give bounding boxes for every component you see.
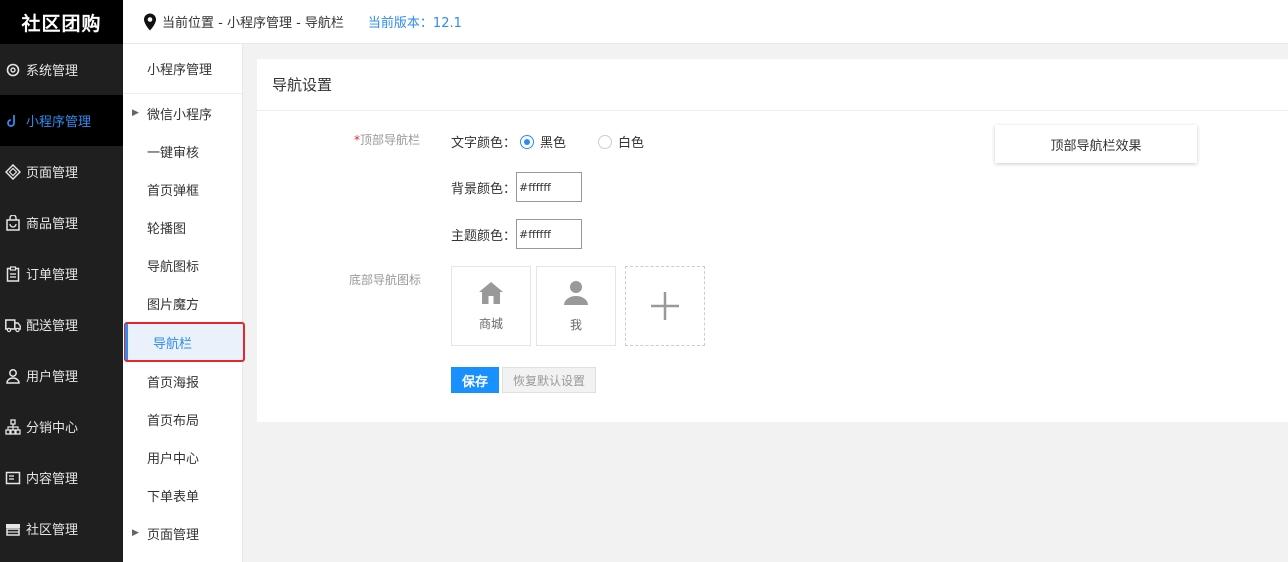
sidebar-item-community[interactable]: 社区管理 xyxy=(0,503,123,554)
bg-color-row: 背景颜色： xyxy=(451,172,583,202)
sidebar-item-label: 页面管理 xyxy=(26,166,79,181)
breadcrumb: 当前位置 - 小程序管理 - 导航栏 xyxy=(162,16,344,31)
store-icon xyxy=(4,520,22,538)
text-color-label: 文字颜色： xyxy=(451,136,517,151)
bg-color-label: 背景颜色： xyxy=(451,181,517,197)
app-logo: 社区团购 xyxy=(0,0,123,44)
subnav-item-one-click-review[interactable]: 一键审核 xyxy=(123,132,242,170)
sidebar-item-label: 内容管理 xyxy=(26,472,79,487)
sidebar-item-pages[interactable]: 页面管理 xyxy=(0,146,123,197)
sidebar-item-label: 商品管理 xyxy=(26,217,79,232)
bg-color-input[interactable] xyxy=(516,172,583,202)
theme-color-label: 主题颜色： xyxy=(451,228,517,244)
subnav-item-page-management[interactable]: ▶ 页面管理 xyxy=(123,514,242,552)
tile-mall[interactable]: 商城 xyxy=(451,266,531,346)
radio-dot xyxy=(520,134,535,149)
text-color-row: 文字颜色： 黑色 白色 xyxy=(451,132,676,151)
top-nav-preview-button[interactable]: 顶部导航栏效果 xyxy=(995,125,1197,163)
top-nav-label-text: 顶部导航栏 xyxy=(360,133,421,147)
subnav-item-label: 页面管理 xyxy=(147,527,200,543)
user-icon xyxy=(564,280,588,305)
caret-right-icon: ▶ xyxy=(132,108,139,118)
subnav-item-label: 首页海报 xyxy=(147,375,200,391)
sub-sidebar: 小程序管理 ▶ 微信小程序 一键审核 首页弹框 轮播图 导航图标 图片魔方 导航… xyxy=(123,44,245,562)
panel-title: 导航设置 xyxy=(257,59,1288,111)
theme-color-row: 主题颜色： xyxy=(451,219,583,249)
sidebar-item-label: 小程序管理 xyxy=(26,115,92,130)
sidebar-item-label: 订单管理 xyxy=(26,268,79,283)
sidebar-item-content[interactable]: 内容管理 xyxy=(0,452,123,503)
clipboard-icon xyxy=(4,265,22,283)
truck-icon xyxy=(4,316,22,334)
bag-icon xyxy=(4,214,22,232)
sub-sidebar-header: 小程序管理 xyxy=(123,44,242,94)
subnav-item-order-form[interactable]: 下单表单 xyxy=(123,476,242,514)
subnav-item-navbar[interactable]: 导航栏 xyxy=(124,322,245,362)
sidebar-item-miniprogram[interactable]: 小程序管理 xyxy=(0,95,123,146)
radio-black[interactable]: 黑色 xyxy=(520,132,566,151)
network-icon xyxy=(4,418,22,436)
sidebar-item-goods[interactable]: 商品管理 xyxy=(0,197,123,248)
document-icon xyxy=(4,469,22,487)
sidebar-item-orders[interactable]: 订单管理 xyxy=(0,248,123,299)
subnav-item-wechat-miniprogram[interactable]: ▶ 微信小程序 xyxy=(123,94,242,132)
radio-label: 白色 xyxy=(618,136,645,151)
subnav-item-home-poster[interactable]: 首页海报 xyxy=(123,362,242,400)
subnav-item-nav-icons[interactable]: 导航图标 xyxy=(123,246,242,284)
caret-right-icon: ▶ xyxy=(132,528,139,538)
sidebar-item-distribution[interactable]: 分销中心 xyxy=(0,401,123,452)
subnav-item-label: 微信小程序 xyxy=(147,107,213,123)
home-icon xyxy=(479,281,503,304)
action-buttons: 保存 恢复默认设置 xyxy=(451,367,597,393)
sidebar-item-system[interactable]: 系统管理 xyxy=(0,44,123,95)
sidebar-item-label: 用户管理 xyxy=(26,370,79,385)
bottom-nav-tiles: 商城 我 xyxy=(451,266,710,346)
subnav-item-carousel[interactable]: 轮播图 xyxy=(123,208,242,246)
add-tile-button[interactable] xyxy=(625,266,705,346)
user-icon xyxy=(4,367,22,385)
sidebar-item-label: 分销中心 xyxy=(26,421,79,436)
subnav-item-user-center[interactable]: 用户中心 xyxy=(123,438,242,476)
subnav-item-home-popup[interactable]: 首页弹框 xyxy=(123,170,242,208)
layers-icon xyxy=(4,163,22,181)
subnav-item-label: 轮播图 xyxy=(147,221,187,237)
save-button[interactable]: 保存 xyxy=(451,367,500,393)
sidebar-item-users[interactable]: 用户管理 xyxy=(0,350,123,401)
top-bar: 当前位置 - 小程序管理 - 导航栏 当前版本：12.1 xyxy=(123,0,1288,44)
subnav-item-home-layout[interactable]: 首页布局 xyxy=(123,400,242,438)
tile-me[interactable]: 我 xyxy=(536,266,616,346)
top-nav-label: *顶部导航栏 xyxy=(354,131,420,148)
subnav-item-label: 下单表单 xyxy=(147,489,200,505)
radio-dot xyxy=(598,134,613,149)
reset-default-button[interactable]: 恢复默认设置 xyxy=(502,367,597,393)
sidebar-item-label: 配送管理 xyxy=(26,319,79,334)
theme-color-input[interactable] xyxy=(516,219,583,249)
subnav-item-label: 一键审核 xyxy=(147,145,200,161)
plus-icon xyxy=(651,292,679,320)
subnav-item-label: 图片魔方 xyxy=(147,297,200,313)
gear-icon xyxy=(4,61,22,79)
subnav-item-image-cube[interactable]: 图片魔方 xyxy=(123,284,242,322)
tile-label: 商城 xyxy=(478,316,503,331)
tile-label: 我 xyxy=(569,317,582,332)
nav-settings-panel: 导航设置 *顶部导航栏 文字颜色： 黑色 白色 背景颜色： 主题颜色： 底部导航… xyxy=(257,59,1288,422)
radio-label: 黑色 xyxy=(540,136,567,151)
link-icon xyxy=(4,112,22,130)
sidebar-item-label: 系统管理 xyxy=(26,64,79,79)
sidebar-item-label: 社区管理 xyxy=(26,523,79,538)
subnav-item-label: 导航图标 xyxy=(147,259,200,275)
subnav-item-label: 用户中心 xyxy=(147,451,200,467)
location-pin-icon xyxy=(144,13,156,30)
sidebar-item-delivery[interactable]: 配送管理 xyxy=(0,299,123,350)
subnav-item-label: 首页布局 xyxy=(147,413,200,429)
subnav-item-label: 首页弹框 xyxy=(147,183,200,199)
version-label: 当前版本：12.1 xyxy=(367,16,462,31)
bottom-nav-label: 底部导航图标 xyxy=(349,273,422,287)
subnav-item-label: 导航栏 xyxy=(153,336,193,352)
main-sidebar: 社区团购 系统管理 小程序管理 页面管理 商品管理 订单管理 配送管理 用户管理… xyxy=(0,0,123,562)
radio-white[interactable]: 白色 xyxy=(598,132,644,151)
